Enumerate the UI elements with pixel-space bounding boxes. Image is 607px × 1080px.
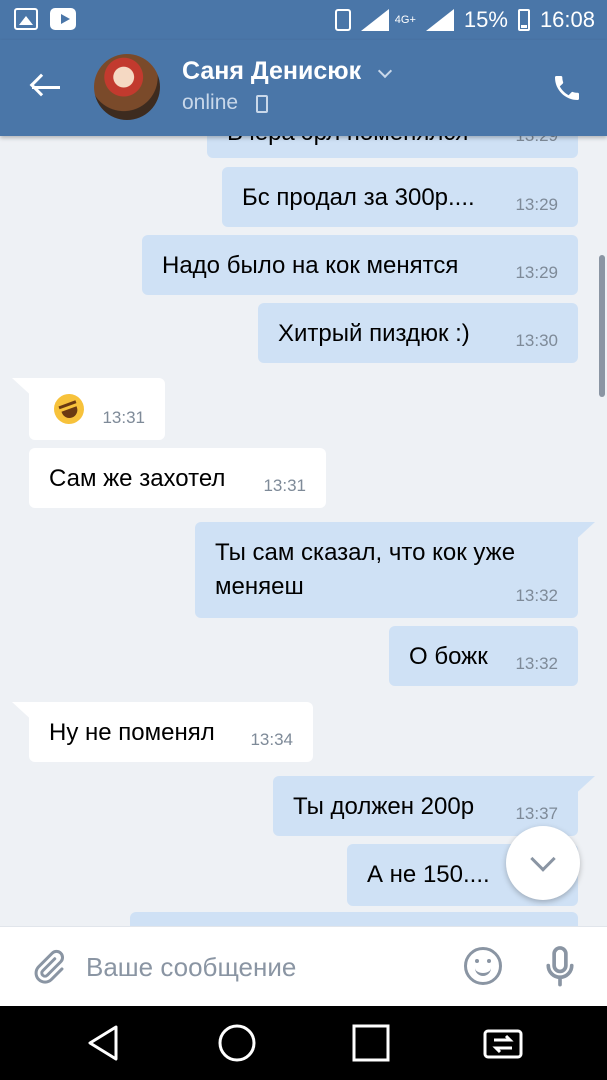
chevron-down-icon <box>530 846 556 872</box>
avatar[interactable] <box>94 54 160 120</box>
message-time: 13:29 <box>515 195 558 214</box>
battery-icon <box>517 9 530 31</box>
message-composer <box>0 926 607 1006</box>
contact-name[interactable]: Саня Денисюк <box>182 57 361 86</box>
phone-icon[interactable] <box>551 72 583 104</box>
message-text: Бс продал за 300р.... <box>242 184 475 211</box>
scrollbar[interactable] <box>599 255 605 397</box>
chevron-down-icon[interactable] <box>377 63 393 79</box>
chat-header: Саня Денисюк online <box>0 40 607 136</box>
message-time: 13:31 <box>263 476 306 495</box>
message-bubble[interactable]: Хитрый пиздюк :) 13:30 <box>258 303 578 363</box>
message-bubble[interactable]: Вчера эрл поменялся 13:29 <box>207 136 578 158</box>
message-input[interactable] <box>86 941 446 993</box>
message-bubble[interactable]: О божк 13:32 <box>389 626 578 686</box>
message-time: 13:37 <box>515 804 558 823</box>
network-type: 4G+ <box>394 14 416 26</box>
signal-icon-2 <box>425 9 454 31</box>
message-bubble[interactable]: Ты сам сказал, что кок уже меняеш 13:32 <box>195 522 578 618</box>
nav-back-icon[interactable] <box>82 1022 124 1064</box>
system-navbar <box>0 1006 607 1080</box>
nav-recents-icon[interactable] <box>350 1022 392 1064</box>
clock: 16:08 <box>539 7 595 32</box>
gallery-icon <box>14 8 38 30</box>
message-text: Ты должен 200р <box>293 793 475 820</box>
signal-icon <box>360 9 389 31</box>
message-list[interactable]: Вчера эрл поменялся 13:29 Бс продал за 3… <box>0 136 607 926</box>
message-text: Хитрый пиздюк :) <box>278 320 470 347</box>
message-bubble[interactable] <box>130 912 578 926</box>
battery-percent: 15% <box>463 7 508 32</box>
youtube-icon <box>50 8 76 30</box>
message-bubble[interactable]: Ну не поменял 13:34 <box>29 702 313 762</box>
message-text: Надо было на кок менятся <box>162 252 459 279</box>
message-time: 13:32 <box>515 586 558 605</box>
message-bubble[interactable]: 13:31 <box>29 378 165 440</box>
nav-switch-icon[interactable] <box>482 1022 524 1064</box>
message-bubble[interactable]: Бс продал за 300р.... 13:29 <box>222 167 578 227</box>
contact-status: online <box>182 91 239 114</box>
message-text: О божк <box>409 643 488 670</box>
message-time: 13:31 <box>102 408 145 427</box>
message-time: 13:30 <box>515 331 558 350</box>
message-text: Ты сам сказал, что кок уже меняеш <box>215 539 516 600</box>
back-arrow-icon[interactable] <box>26 68 66 108</box>
mobile-icon <box>256 95 268 113</box>
message-text: А не 150.... <box>367 861 490 888</box>
microphone-icon[interactable] <box>542 945 578 989</box>
message-bubble[interactable]: Сам же захотел 13:31 <box>29 448 326 508</box>
nav-home-icon[interactable] <box>216 1022 258 1064</box>
message-time: 13:34 <box>250 730 293 749</box>
scroll-down-button[interactable] <box>506 826 580 900</box>
rolling-on-floor-laughing-emoji-icon <box>49 389 89 429</box>
vibrate-icon <box>334 9 351 31</box>
smile-icon[interactable] <box>464 947 502 985</box>
message-bubble[interactable]: Надо было на кок менятся 13:29 <box>142 235 578 295</box>
message-text: Сам же захотел <box>49 465 226 492</box>
status-bar: 4G+ 15% 16:08 <box>0 0 607 40</box>
message-text: Ну не поменял <box>49 719 215 746</box>
paperclip-icon[interactable] <box>30 949 66 985</box>
message-time: 13:32 <box>515 654 558 673</box>
message-time: 13:29 <box>515 263 558 282</box>
message-time: 13:29 <box>515 136 558 146</box>
message-text: Вчера эрл поменялся <box>227 136 468 146</box>
